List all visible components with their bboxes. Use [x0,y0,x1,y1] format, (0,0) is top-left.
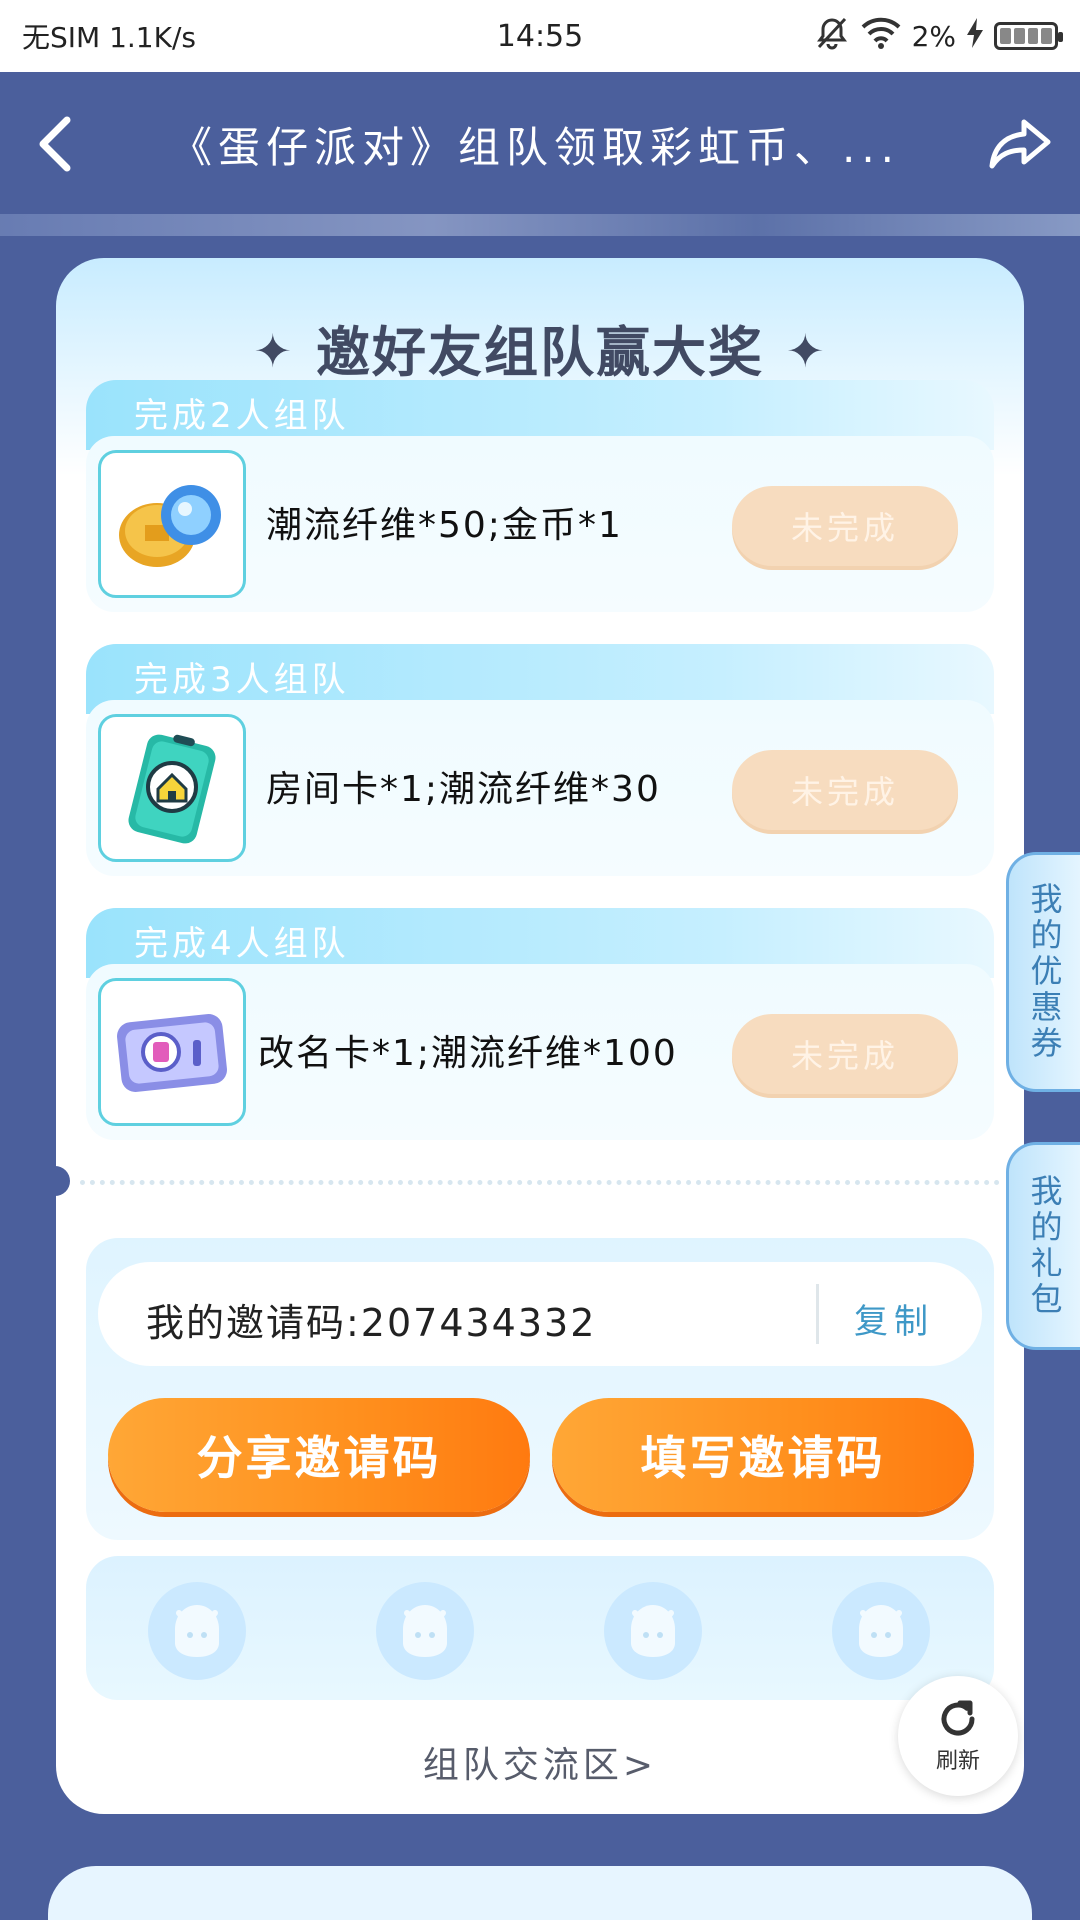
task-label: 完成3人组队 [134,660,350,700]
placeholder-avatar-icon [859,1605,903,1657]
task-status-button[interactable]: 未完成 [732,1014,958,1094]
my-coupons-tab[interactable]: 我的优惠券 [1006,852,1080,1092]
task-status-button[interactable]: 未完成 [732,486,958,566]
refresh-label: 刷新 [935,1749,980,1774]
task-label: 完成4人组队 [134,924,350,964]
placeholder-avatar-icon [403,1605,447,1657]
share-invite-code-button[interactable]: 分享邀请码 [108,1398,530,1512]
task-status-button[interactable]: 未完成 [732,750,958,830]
share-button[interactable] [960,89,1080,199]
sparkle-icon: ✦ [253,324,294,378]
sparkle-icon: ✦ [786,324,827,378]
page-header: 《蛋仔派对》组队领取彩虹币、... [0,72,1080,216]
next-section-card [48,1866,1032,1920]
room-card-icon [98,714,246,862]
banner-image-strip [0,214,1080,236]
coin-and-fiber-icon [98,450,246,598]
refresh-button[interactable]: 刷新 [898,1676,1018,1796]
empty-member-slot[interactable] [832,1582,930,1680]
wifi-icon [860,16,902,57]
battery-percent: 2% [911,19,956,53]
placeholder-avatar-icon [631,1605,675,1657]
divider [816,1284,819,1344]
reward-text: 潮流纤维*50;金币*1 [266,505,623,546]
empty-member-slot[interactable] [376,1582,474,1680]
task-item: 完成4人组队 改名卡*1;潮流纤维*100 未完成 [86,908,994,1140]
status-bar: 无SIM 1.1K/s 14:55 2% [0,0,1080,72]
team-members-panel [86,1556,994,1700]
charging-icon [966,17,984,55]
task-body: 房间卡*1;潮流纤维*30 未完成 [86,700,994,876]
chevron-left-icon [39,116,71,172]
reward-text: 房间卡*1;潮流纤维*30 [266,769,661,810]
copy-button[interactable]: 复制 [854,1294,934,1343]
back-button[interactable] [0,89,110,199]
status-right: 2% [814,15,1063,58]
mute-icon [814,15,850,58]
battery-icon [994,22,1063,50]
invite-panel: 我的邀请码:207434332 复制 分享邀请码 填写邀请码 [86,1238,994,1540]
invite-code: 我的邀请码:207434332 [146,1301,597,1345]
fill-invite-code-button[interactable]: 填写邀请码 [552,1398,974,1512]
my-gifts-tab[interactable]: 我的礼包 [1006,1142,1080,1350]
task-label: 完成2人组队 [134,396,350,436]
empty-member-slot[interactable] [148,1582,246,1680]
page-title: 《蛋仔派对》组队领取彩虹币、... [169,122,901,172]
team-reward-card: ✦ 邀好友组队赢大奖 ✦ 完成2人组队 潮流纤维*50;金币*1 未完成 完成3… [56,258,1024,1814]
reward-text: 改名卡*1;潮流纤维*100 [258,1033,678,1074]
refresh-icon [941,1700,975,1736]
divider-dotted [80,1180,1000,1185]
empty-member-slot[interactable] [604,1582,702,1680]
task-body: 潮流纤维*50;金币*1 未完成 [86,436,994,612]
placeholder-avatar-icon [175,1605,219,1657]
task-body: 改名卡*1;潮流纤维*100 未完成 [86,964,994,1140]
status-left: 无SIM 1.1K/s [22,16,196,56]
task-item: 完成2人组队 潮流纤维*50;金币*1 未完成 [86,380,994,612]
card-heading: ✦ 邀好友组队赢大奖 ✦ [56,308,1024,387]
carrier-status: 无SIM 1.1K/s [22,21,197,54]
team-community-link[interactable]: 组队交流区> [56,1736,1024,1788]
task-item: 完成3人组队 房间卡*1;潮流纤维*30 未完成 [86,644,994,876]
rename-card-icon [98,978,246,1126]
invite-code-box: 我的邀请码:207434332 复制 [98,1262,982,1366]
share-icon [989,119,1051,169]
card-heading-text: 邀好友组队赢大奖 [316,321,764,384]
